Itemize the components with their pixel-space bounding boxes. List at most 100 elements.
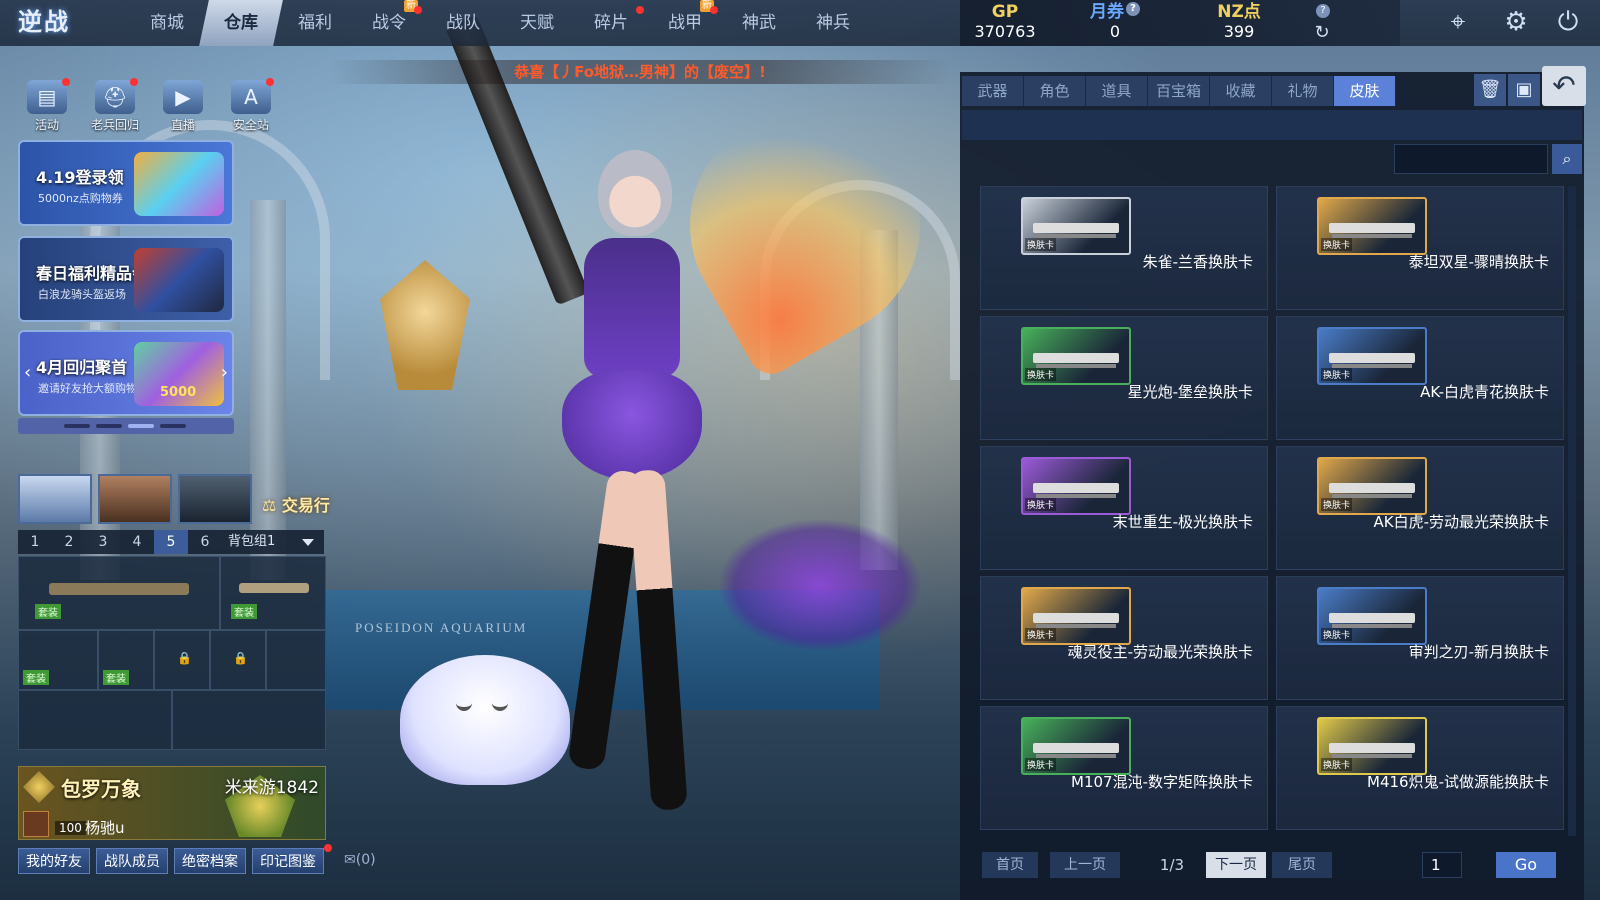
pagination-dot[interactable] bbox=[64, 424, 90, 428]
skin-card-item[interactable]: 换肤卡 朱雀-兰香换肤卡 bbox=[980, 186, 1268, 310]
purple-dragon-pet bbox=[720, 520, 920, 650]
promo-banner[interactable]: ‹ 4月回归聚首 邀请好友抢大额购物券 5000 › bbox=[18, 330, 234, 416]
nav-tab[interactable]: 战甲新 bbox=[648, 0, 722, 46]
list-scrollbar[interactable] bbox=[1568, 186, 1576, 836]
warehouse-tab[interactable]: 武器 bbox=[962, 76, 1024, 106]
item-slot[interactable]: 🔒 bbox=[210, 630, 266, 690]
character-portrait[interactable] bbox=[98, 474, 172, 524]
backpack-group-select[interactable]: 背包组1 bbox=[222, 530, 324, 554]
pagination-dot[interactable] bbox=[160, 424, 186, 428]
item-slot[interactable]: 🔒 bbox=[154, 630, 210, 690]
character-portrait[interactable] bbox=[178, 474, 252, 524]
skin-card-name: 审判之刃-新月换肤卡 bbox=[1408, 643, 1549, 661]
social-button[interactable]: 绝密档案 bbox=[174, 848, 246, 874]
last-page-button[interactable]: 尾页 bbox=[1272, 852, 1332, 878]
skin-card-item[interactable]: 换肤卡 魂灵役主-劳动最光荣换肤卡 bbox=[980, 576, 1268, 700]
item-slot[interactable]: 套装 bbox=[98, 630, 154, 690]
chevron-left-icon[interactable]: ‹ bbox=[24, 362, 31, 383]
back-button[interactable]: ↶ bbox=[1542, 66, 1586, 106]
skin-card-item[interactable]: 换肤卡 泰坦双星-骤晴换肤卡 bbox=[1276, 186, 1564, 310]
quick-link[interactable]: ▶ 直播 bbox=[154, 80, 212, 133]
network-icon[interactable]: ⌖ bbox=[1440, 4, 1476, 40]
character-portrait[interactable] bbox=[18, 474, 92, 524]
quick-link[interactable]: A 安全站 bbox=[222, 78, 280, 133]
nav-tab-label: 仓库 bbox=[224, 13, 258, 33]
warehouse-tab[interactable]: 收藏 bbox=[1210, 76, 1272, 106]
trade-label: 交易行 bbox=[281, 496, 330, 515]
pagination-dot-active[interactable] bbox=[128, 424, 154, 428]
nav-tab[interactable]: 天赋 bbox=[500, 0, 574, 46]
nav-tab[interactable]: 神兵 bbox=[796, 0, 870, 46]
nav-tab[interactable]: 战队 bbox=[426, 0, 500, 46]
card-tag: 换肤卡 bbox=[1025, 628, 1057, 641]
nav-tab[interactable]: 商城 bbox=[130, 0, 204, 46]
game-logo[interactable]: 逆战 bbox=[18, 2, 118, 44]
backpack-tab[interactable]: 1 bbox=[18, 530, 52, 554]
nav-tab[interactable]: 神武 bbox=[722, 0, 796, 46]
player-profile-card[interactable]: 包罗万象 米来游1842 100 杨驰u bbox=[18, 766, 326, 840]
nav-tab[interactable]: 仓库 bbox=[199, 0, 283, 46]
gp-label: GP bbox=[991, 2, 1019, 22]
quick-link[interactable]: ▤ 活动 bbox=[18, 78, 76, 133]
skin-card-item[interactable]: 换肤卡 AK-白虎青花换肤卡 bbox=[1276, 316, 1564, 440]
promo-banner[interactable]: 4.19登录领 5000nz点购物券 bbox=[18, 140, 234, 226]
item-slot[interactable] bbox=[18, 690, 172, 750]
backpack-tab[interactable]: 6 bbox=[188, 530, 222, 554]
prev-page-button[interactable]: 上一页 bbox=[1050, 852, 1120, 878]
skin-card-item[interactable]: 换肤卡 M107混沌-数字矩阵换肤卡 bbox=[980, 706, 1268, 830]
page-number-input[interactable] bbox=[1422, 852, 1462, 878]
main-nav: 商城 仓库 福利 战令新战队 天赋 碎片 战甲新神武 神兵 bbox=[130, 0, 870, 46]
nav-tab[interactable]: 福利 bbox=[278, 0, 352, 46]
warehouse-tab[interactable]: 道具 bbox=[1086, 76, 1148, 106]
nav-tab[interactable]: 碎片 bbox=[574, 0, 648, 46]
go-button[interactable]: Go bbox=[1496, 852, 1556, 878]
social-button[interactable]: 我的好友 bbox=[18, 848, 90, 874]
backpack-tab[interactable]: 4 bbox=[120, 530, 154, 554]
warehouse-tab[interactable]: 百宝箱 bbox=[1148, 76, 1210, 106]
social-button[interactable]: 战队成员 bbox=[96, 848, 168, 874]
warehouse-tab[interactable]: 角色 bbox=[1024, 76, 1086, 106]
weapon-slot[interactable]: 套装 bbox=[220, 556, 326, 630]
help-icon[interactable]: ? bbox=[1316, 4, 1330, 18]
backpack-tab[interactable]: 3 bbox=[86, 530, 120, 554]
promo-banner[interactable]: 春日福利精品会 白浪龙骑头盔返场 bbox=[18, 236, 234, 322]
search-input[interactable] bbox=[1394, 144, 1548, 174]
banner-pagination bbox=[18, 418, 234, 434]
skin-card-image: 换肤卡 bbox=[1317, 717, 1427, 775]
first-page-button[interactable]: 首页 bbox=[982, 852, 1038, 878]
skin-card-item[interactable]: 换肤卡 AK白虎-劳动最光荣换肤卡 bbox=[1276, 446, 1564, 570]
warehouse-tab[interactable]: 皮肤 bbox=[1334, 76, 1396, 106]
item-slot[interactable]: 套装 bbox=[18, 630, 98, 690]
gear-icon[interactable]: ⚙ bbox=[1498, 4, 1534, 40]
skin-card-item[interactable]: 换肤卡 星光炮-堡垒换肤卡 bbox=[980, 316, 1268, 440]
skin-card-name: 朱雀-兰香换肤卡 bbox=[1142, 253, 1253, 271]
search-button[interactable]: ⌕ bbox=[1552, 144, 1582, 174]
ghost-eye bbox=[492, 703, 508, 711]
warehouse-tab[interactable]: 礼物 bbox=[1272, 76, 1334, 106]
chevron-right-icon[interactable]: › bbox=[221, 362, 228, 383]
skin-card-item[interactable]: 换肤卡 M416炽鬼-试做源能换肤卡 bbox=[1276, 706, 1564, 830]
weapon-slot[interactable]: 套装 bbox=[18, 556, 220, 630]
backpack-tab[interactable]: 2 bbox=[52, 530, 86, 554]
social-button[interactable]: 印记图鉴 bbox=[252, 848, 324, 874]
display-icon[interactable]: ▣ bbox=[1508, 74, 1540, 106]
mail-button[interactable]: ✉(0) bbox=[344, 852, 376, 868]
skin-card-item[interactable]: 换肤卡 末世重生-极光换肤卡 bbox=[980, 446, 1268, 570]
power-icon[interactable]: ⏻ bbox=[1550, 4, 1586, 40]
slot-tag: 套装 bbox=[35, 604, 61, 619]
item-slot[interactable] bbox=[172, 690, 326, 750]
backpack-tab[interactable]: 5 bbox=[154, 530, 188, 554]
trade-button[interactable]: ⚖ 交易行 bbox=[262, 492, 354, 522]
refresh-icon[interactable]: ↻ bbox=[1310, 23, 1334, 43]
skin-card-item[interactable]: 换肤卡 审判之刃-新月换肤卡 bbox=[1276, 576, 1564, 700]
card-tag: 换肤卡 bbox=[1321, 498, 1353, 511]
trash-icon[interactable]: 🗑 bbox=[1474, 74, 1506, 106]
skin-card-image: 换肤卡 bbox=[1317, 457, 1427, 515]
pagination-dot[interactable] bbox=[96, 424, 122, 428]
help-icon[interactable]: ? bbox=[1126, 2, 1140, 16]
nav-tab[interactable]: 战令新 bbox=[352, 0, 426, 46]
avatar[interactable] bbox=[23, 811, 49, 837]
quick-link[interactable]: ⛑ 老兵回归 bbox=[86, 78, 144, 133]
item-slot[interactable] bbox=[266, 630, 326, 690]
next-page-button[interactable]: 下一页 bbox=[1206, 852, 1266, 878]
